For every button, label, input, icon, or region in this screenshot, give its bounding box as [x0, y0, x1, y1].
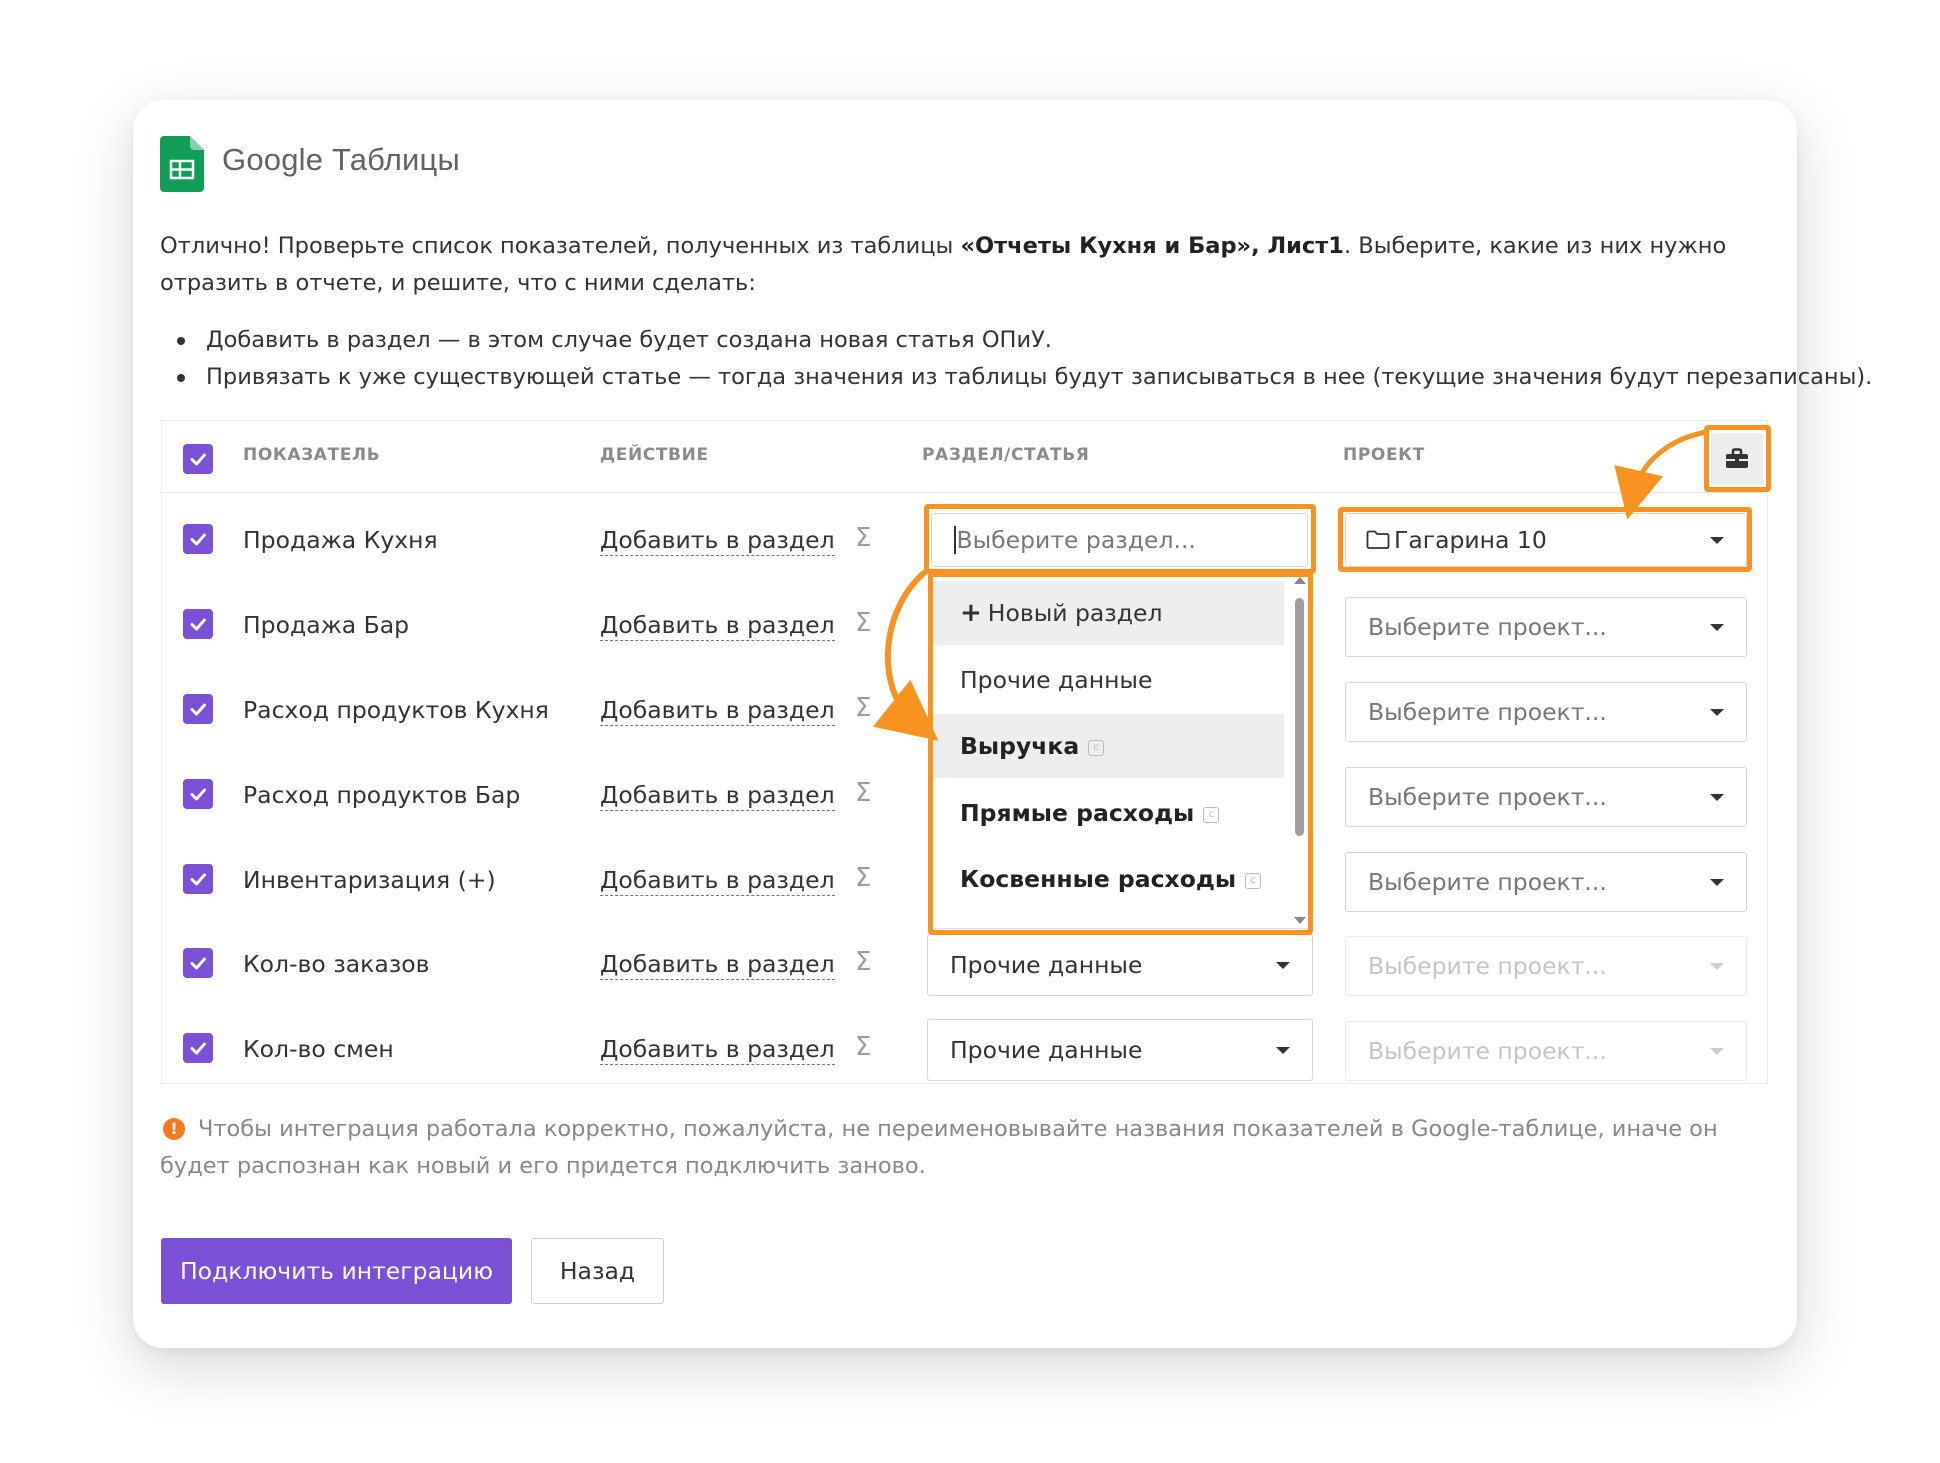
arrow-icon	[1614, 429, 1707, 520]
arrow-icon	[872, 569, 939, 741]
connect-integration-button[interactable]: Подключить интеграцию	[161, 1238, 512, 1304]
back-button[interactable]: Назад	[531, 1238, 664, 1304]
warning-text: Чтобы интеграция работала корректно, пож…	[160, 1116, 1718, 1179]
